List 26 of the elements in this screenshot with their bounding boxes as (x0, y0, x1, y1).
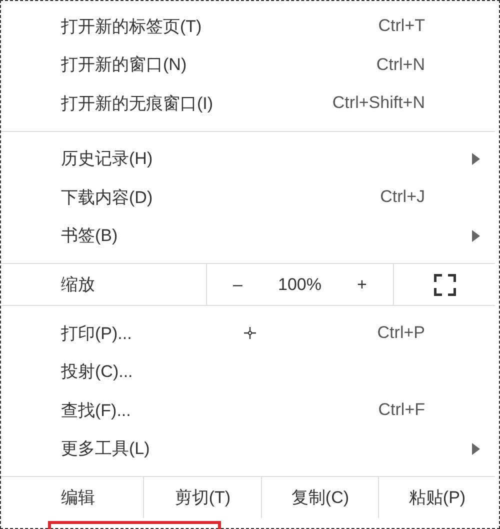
menu-item[interactable]: 打开新的标签页(T) Ctrl+T (1, 7, 495, 46)
edit-button[interactable]: 剪切(T) (166, 477, 239, 518)
shortcut-label: Ctrl+J (380, 187, 425, 208)
shortcut-label: Ctrl+F (378, 400, 425, 420)
edit-button[interactable]: 复制(C) (283, 477, 358, 518)
menu-item[interactable]: 打开新的窗口(N) Ctrl+N (1, 46, 495, 84)
menu-item[interactable]: 投射(C)... (1, 352, 495, 391)
menu-item[interactable]: 查找(F)... Ctrl+F (1, 391, 495, 430)
menu-item[interactable]: 下载内容(D) Ctrl+J (1, 178, 495, 216)
zoom-in-button[interactable]: + (349, 264, 375, 305)
crosshair-cursor-icon (244, 327, 256, 339)
shortcut-label: Ctrl+P (377, 323, 425, 344)
shortcut-label: Ctrl+N (376, 54, 425, 75)
zoom-level: 100% (278, 274, 322, 294)
menu-item[interactable]: 更多工具(L) (1, 430, 495, 468)
edit-button[interactable]: 粘贴(P) (400, 477, 474, 518)
zoom-label: 缩放 (60, 274, 95, 296)
fullscreen-icon (434, 274, 456, 296)
shortcut-label: Ctrl+Shift+N (332, 93, 425, 114)
shortcut-label: Ctrl+T (378, 16, 425, 36)
menu-item[interactable]: 历史记录(H) (1, 140, 495, 178)
menu-item[interactable]: 打开新的无痕窗口(I) Ctrl+Shift+N (1, 84, 495, 122)
menu-item[interactable]: 打印(P)... Ctrl+P (1, 314, 495, 352)
edit-label: 编辑 (60, 487, 95, 509)
menu-item[interactable]: 书签(B) (1, 216, 495, 255)
zoom-out-button[interactable]: – (225, 264, 250, 305)
